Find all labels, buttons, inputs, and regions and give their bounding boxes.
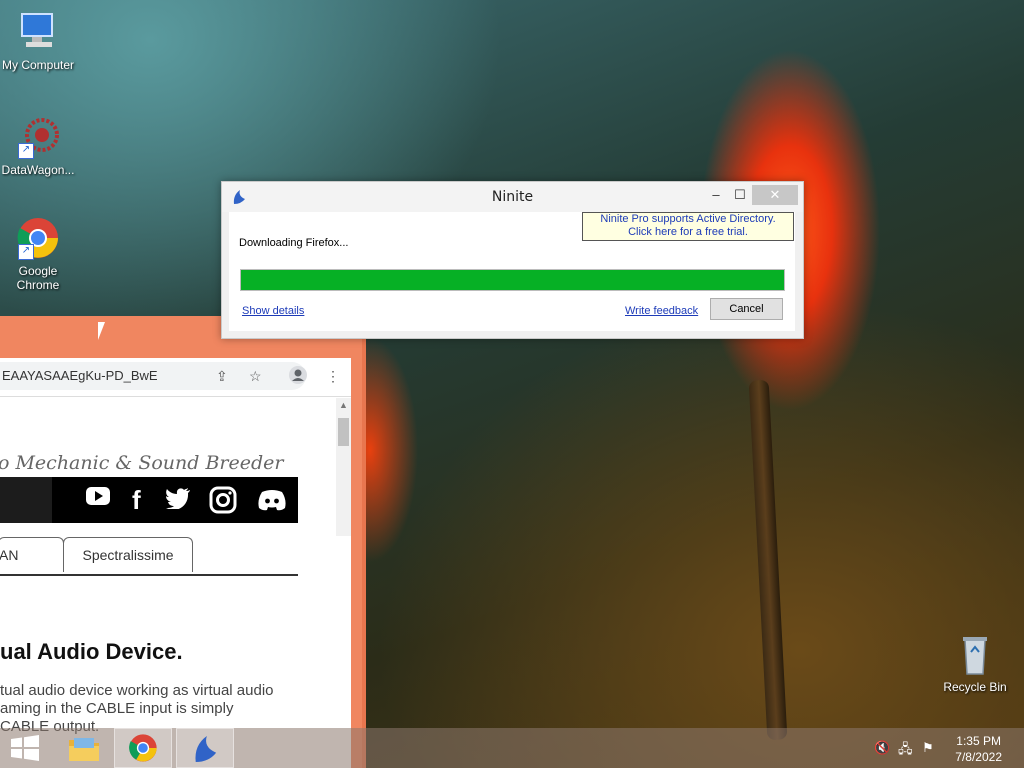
action-center-flag-icon[interactable]: ⚑ (922, 740, 934, 756)
recycle-bin-icon (953, 632, 997, 676)
web-page: o Mechanic & Sound Breeder f AN Spectral… (0, 397, 336, 768)
ninite-window: Ninite – ☐ ✕ Ninite Pro supports Active … (221, 181, 804, 339)
menu-kebab-icon[interactable]: ⋮ (326, 368, 340, 385)
taskbar-ninite[interactable] (176, 728, 234, 768)
desktop-icon-label: Recycle Bin (943, 680, 1007, 694)
twitter-icon[interactable] (165, 487, 191, 515)
site-tagline: o Mechanic & Sound Breeder (0, 452, 284, 474)
promo-line: Ninite Pro supports Active Directory. (600, 213, 776, 225)
download-status: Downloading Firefox... (239, 237, 349, 249)
address-bar-row: EAAYASAAEgKu-PD_BwE ⇪ ☆ ⋮ (0, 358, 351, 397)
chrome-content: EAAYASAAEgKu-PD_BwE ⇪ ☆ ⋮ o Mechanic & S… (0, 358, 351, 768)
ninite-icon (195, 736, 217, 762)
social-bar-left-block (0, 477, 52, 523)
scrollbar-thumb[interactable] (338, 418, 349, 446)
datawagon-icon: ↗ (16, 115, 60, 159)
volume-muted-icon[interactable]: 🔇 (874, 740, 890, 756)
desktop-icon-datawagon[interactable]: ↗ DataWagon... (0, 115, 78, 177)
bookmark-star-icon[interactable]: ☆ (249, 368, 262, 385)
taskbar: 🔇 🖧 ⚑ 1:35 PM 7/8/2022 (0, 728, 1024, 768)
taskbar-chrome[interactable] (114, 728, 172, 768)
desktop-icon-label: My Computer (1, 58, 75, 72)
page-heading: ual Audio Device. (0, 639, 183, 664)
clock-time: 1:35 PM (956, 734, 1001, 748)
tab-label: Spectralissime (82, 547, 174, 563)
page-scrollbar[interactable]: ▲ (336, 398, 351, 536)
network-icon[interactable]: 🖧 (898, 740, 913, 762)
taskbar-file-explorer[interactable] (56, 728, 114, 768)
desktop-icon-my-computer[interactable]: My Computer (0, 10, 78, 72)
progress-fill (241, 270, 784, 290)
file-explorer-icon (69, 738, 99, 761)
instagram-icon[interactable] (209, 486, 237, 520)
download-progress-bar (240, 269, 785, 291)
taskbar-clock[interactable]: 1:35 PM 7/8/2022 (955, 733, 1002, 765)
chrome-window: – ☐ ✕ EAAYASAAEgKu-PD_BwE ⇪ ☆ ⋮ o Mechan… (0, 316, 366, 768)
clock-date: 7/8/2022 (955, 750, 1002, 764)
chrome-icon (129, 734, 157, 762)
tulip-stem-decoration (748, 379, 788, 741)
paragraph-line: aming in the CABLE input is simply (0, 700, 234, 717)
paragraph-line: tual audio device working as virtual aud… (0, 682, 274, 699)
scroll-up-arrow-icon[interactable]: ▲ (339, 400, 348, 410)
close-button[interactable]: ✕ (752, 185, 798, 205)
show-details-link[interactable]: Show details (242, 305, 304, 317)
ninite-titlebar[interactable]: Ninite – ☐ ✕ (222, 182, 803, 212)
shortcut-arrow-icon: ↗ (18, 244, 34, 260)
mouse-cursor (98, 322, 105, 340)
start-icon (11, 735, 39, 761)
tab-an[interactable]: AN (0, 537, 64, 572)
write-feedback-link[interactable]: Write feedback (625, 305, 698, 317)
chrome-icon: ↗ (16, 216, 60, 260)
tab-underline (0, 574, 298, 576)
share-icon[interactable]: ⇪ (216, 368, 228, 385)
shortcut-arrow-icon: ↗ (18, 143, 34, 159)
maximize-button[interactable]: ☐ (726, 185, 754, 205)
youtube-icon[interactable] (86, 487, 110, 511)
tab-label: AN (0, 547, 19, 563)
desktop-icon-google-chrome[interactable]: ↗ Google Chrome (0, 216, 78, 292)
cancel-button[interactable]: Cancel (710, 298, 783, 320)
desktop-icon-label: Google Chrome (16, 264, 60, 292)
tab-spectralissime[interactable]: Spectralissime (63, 537, 193, 572)
discord-icon[interactable] (257, 489, 287, 517)
profile-icon[interactable] (288, 365, 308, 388)
ninite-pro-promo[interactable]: Ninite Pro supports Active Directory. Cl… (582, 212, 794, 241)
computer-icon (16, 10, 60, 54)
social-bar: f (0, 477, 298, 523)
desktop-icon-recycle-bin[interactable]: Recycle Bin (935, 632, 1015, 694)
promo-line: Click here for a free trial. (628, 226, 748, 238)
facebook-icon[interactable]: f (132, 485, 141, 516)
ninite-body: Ninite Pro supports Active Directory. Cl… (229, 212, 795, 331)
start-button[interactable] (0, 728, 58, 768)
url-text: EAAYASAAEgKu-PD_BwE (2, 368, 158, 383)
desktop-icon-label: DataWagon... (1, 163, 75, 177)
